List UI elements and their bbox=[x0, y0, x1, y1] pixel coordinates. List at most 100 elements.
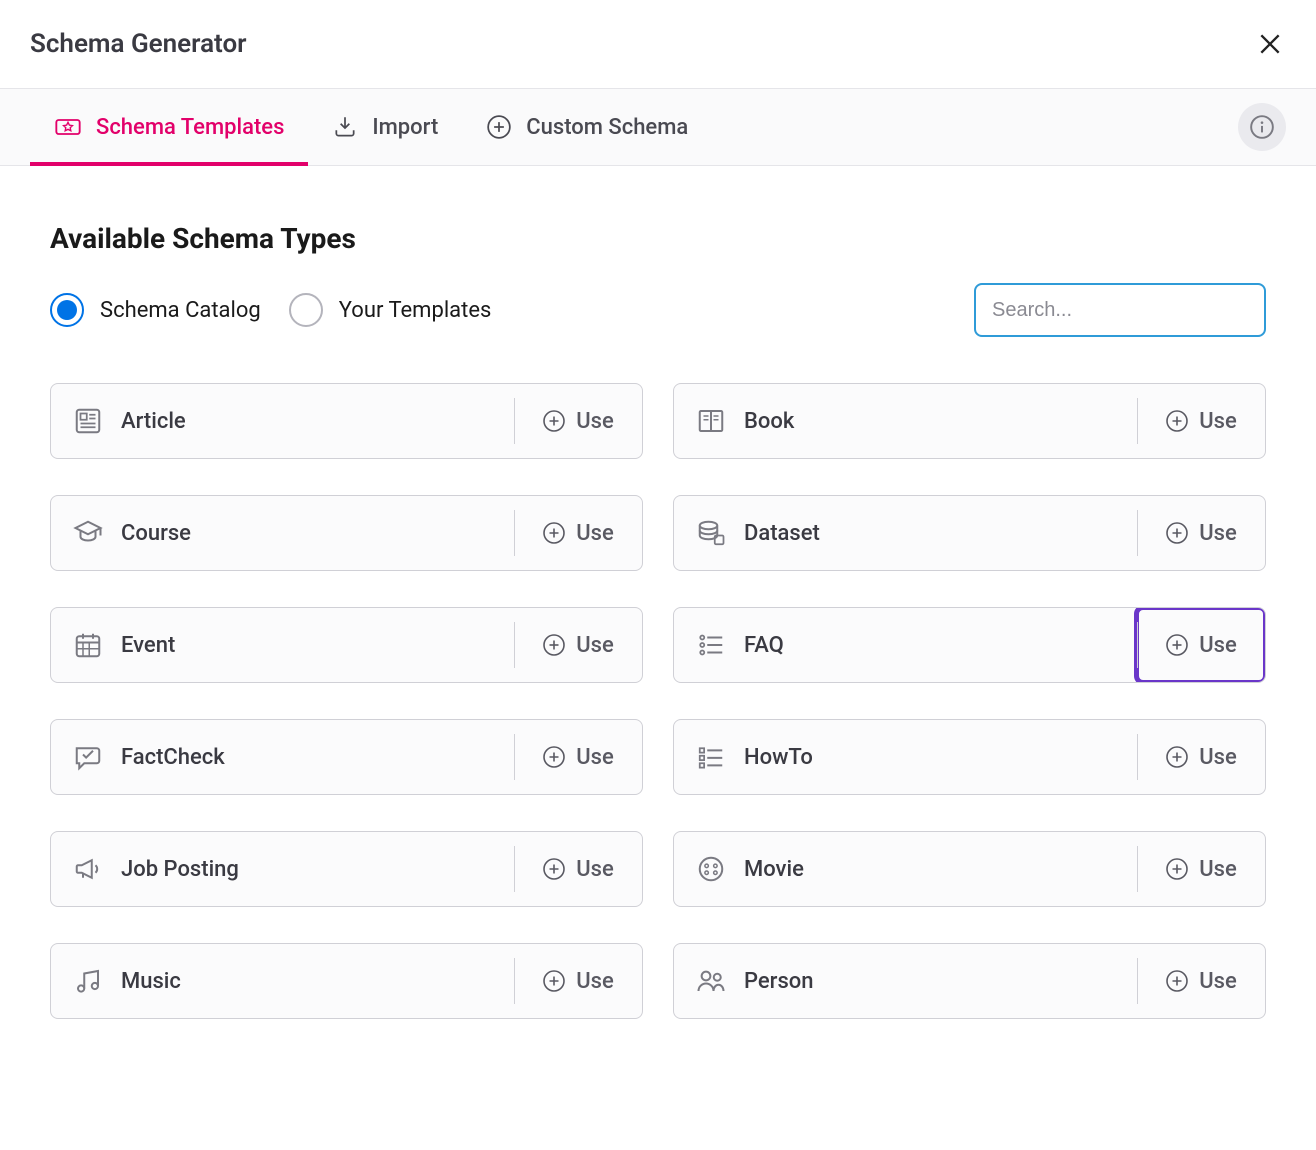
schema-card: Article Use bbox=[50, 383, 643, 459]
plus-circle-icon bbox=[1165, 969, 1189, 993]
radio-indicator bbox=[50, 293, 84, 327]
book-icon bbox=[696, 406, 726, 436]
schema-name: Course bbox=[121, 521, 191, 546]
plus-circle-icon bbox=[1165, 409, 1189, 433]
search-input[interactable] bbox=[974, 283, 1266, 337]
plus-circle-icon bbox=[486, 114, 512, 140]
import-icon bbox=[332, 114, 358, 140]
tab-bar: Schema Templates Import Custom Schema bbox=[0, 88, 1316, 166]
close-button[interactable] bbox=[1254, 28, 1286, 60]
ticket-icon bbox=[54, 113, 82, 141]
schema-card-body[interactable]: Movie bbox=[674, 832, 1137, 906]
schema-card-body[interactable]: Event bbox=[51, 608, 514, 682]
schema-card: HowTo Use bbox=[673, 719, 1266, 795]
tab-label: Custom Schema bbox=[526, 115, 688, 140]
use-label: Use bbox=[576, 409, 614, 434]
calendar-icon bbox=[73, 630, 103, 660]
schema-name: Job Posting bbox=[121, 857, 239, 882]
schema-card: FAQ Use bbox=[673, 607, 1266, 683]
info-button[interactable] bbox=[1238, 103, 1286, 151]
schema-name: FAQ bbox=[744, 633, 784, 658]
use-label: Use bbox=[576, 633, 614, 658]
radio-label: Schema Catalog bbox=[100, 298, 261, 323]
howto-icon bbox=[696, 742, 726, 772]
schema-card-body[interactable]: HowTo bbox=[674, 720, 1137, 794]
plus-circle-icon bbox=[542, 521, 566, 545]
schema-name: Article bbox=[121, 409, 186, 434]
radio-your-templates[interactable]: Your Templates bbox=[289, 293, 492, 327]
use-label: Use bbox=[1199, 857, 1237, 882]
schema-card-body[interactable]: Book bbox=[674, 384, 1137, 458]
schema-grid: ArticleUseBookUseCourseUseDatasetUseEven… bbox=[50, 383, 1266, 1019]
schema-name: HowTo bbox=[744, 745, 813, 770]
schema-name: FactCheck bbox=[121, 745, 225, 770]
schema-card: Movie Use bbox=[673, 831, 1266, 907]
schema-card: Music Use bbox=[50, 943, 643, 1019]
use-button[interactable]: Use bbox=[1137, 608, 1265, 682]
use-button[interactable]: Use bbox=[514, 720, 642, 794]
faq-icon bbox=[696, 630, 726, 660]
schema-name: Person bbox=[744, 969, 814, 994]
factcheck-icon bbox=[73, 742, 103, 772]
use-button[interactable]: Use bbox=[1137, 720, 1265, 794]
use-label: Use bbox=[576, 969, 614, 994]
radio-schema-catalog[interactable]: Schema Catalog bbox=[50, 293, 261, 327]
use-button[interactable]: Use bbox=[514, 384, 642, 458]
use-button[interactable]: Use bbox=[1137, 496, 1265, 570]
use-button[interactable]: Use bbox=[1137, 832, 1265, 906]
use-button[interactable]: Use bbox=[514, 496, 642, 570]
schema-card-body[interactable]: FAQ bbox=[674, 608, 1137, 682]
schema-card-body[interactable]: Music bbox=[51, 944, 514, 1018]
use-label: Use bbox=[1199, 745, 1237, 770]
schema-name: Book bbox=[744, 409, 794, 434]
tab-custom-schema[interactable]: Custom Schema bbox=[462, 90, 712, 164]
schema-card-body[interactable]: Person bbox=[674, 944, 1137, 1018]
person-icon bbox=[696, 966, 726, 996]
schema-card-body[interactable]: Job Posting bbox=[51, 832, 514, 906]
schema-card: Job Posting Use bbox=[50, 831, 643, 907]
schema-card-body[interactable]: FactCheck bbox=[51, 720, 514, 794]
plus-circle-icon bbox=[1165, 745, 1189, 769]
use-label: Use bbox=[1199, 969, 1237, 994]
controls-row: Schema Catalog Your Templates bbox=[50, 283, 1266, 337]
tab-label: Import bbox=[372, 115, 438, 140]
info-icon bbox=[1249, 114, 1275, 140]
modal-header: Schema Generator bbox=[0, 0, 1316, 88]
schema-name: Music bbox=[121, 969, 181, 994]
tab-import[interactable]: Import bbox=[308, 90, 462, 164]
movie-icon bbox=[696, 854, 726, 884]
radio-group: Schema Catalog Your Templates bbox=[50, 293, 491, 327]
use-button[interactable]: Use bbox=[1137, 384, 1265, 458]
use-button[interactable]: Use bbox=[514, 608, 642, 682]
plus-circle-icon bbox=[542, 857, 566, 881]
close-icon bbox=[1257, 31, 1283, 57]
schema-card: Event Use bbox=[50, 607, 643, 683]
schema-name: Event bbox=[121, 633, 175, 658]
plus-circle-icon bbox=[1165, 633, 1189, 657]
schema-card-body[interactable]: Course bbox=[51, 496, 514, 570]
tab-label: Schema Templates bbox=[96, 115, 284, 140]
schema-card-body[interactable]: Dataset bbox=[674, 496, 1137, 570]
schema-card-body[interactable]: Article bbox=[51, 384, 514, 458]
article-icon bbox=[73, 406, 103, 436]
course-icon bbox=[73, 518, 103, 548]
music-icon bbox=[73, 966, 103, 996]
use-label: Use bbox=[576, 857, 614, 882]
plus-circle-icon bbox=[1165, 521, 1189, 545]
plus-circle-icon bbox=[542, 969, 566, 993]
use-button[interactable]: Use bbox=[514, 944, 642, 1018]
schema-card: Person Use bbox=[673, 943, 1266, 1019]
radio-label: Your Templates bbox=[339, 298, 492, 323]
schema-card: Book Use bbox=[673, 383, 1266, 459]
use-button[interactable]: Use bbox=[514, 832, 642, 906]
megaphone-icon bbox=[73, 854, 103, 884]
tab-schema-templates[interactable]: Schema Templates bbox=[30, 89, 308, 165]
plus-circle-icon bbox=[1165, 857, 1189, 881]
use-button[interactable]: Use bbox=[1137, 944, 1265, 1018]
plus-circle-icon bbox=[542, 745, 566, 769]
schema-card: DatasetUse bbox=[673, 495, 1266, 571]
modal-title: Schema Generator bbox=[30, 29, 247, 59]
schema-name: Movie bbox=[744, 857, 804, 882]
radio-indicator bbox=[289, 293, 323, 327]
content-area: Available Schema Types Schema Catalog Yo… bbox=[0, 166, 1316, 1059]
